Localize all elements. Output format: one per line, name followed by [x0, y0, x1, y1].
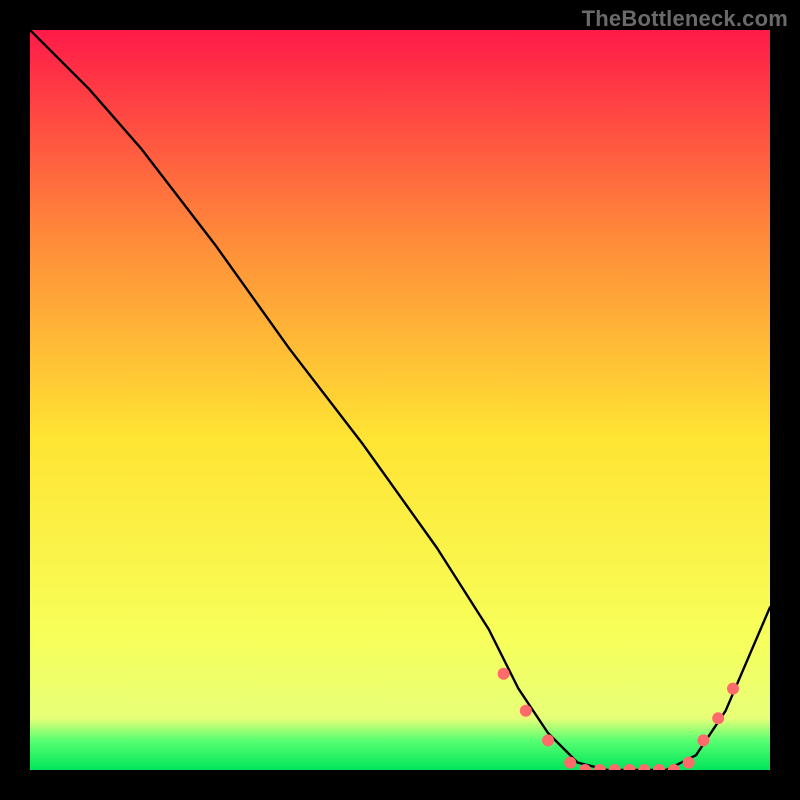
highlight-point: [683, 757, 695, 769]
highlight-point: [542, 734, 554, 746]
highlight-point: [697, 734, 709, 746]
chart-container: TheBottleneck.com: [0, 0, 800, 800]
highlight-point: [712, 712, 724, 724]
gradient-background: [30, 30, 770, 770]
highlight-point: [498, 668, 510, 680]
highlight-point: [727, 683, 739, 695]
plot-area: [30, 30, 770, 770]
highlight-point: [564, 757, 576, 769]
watermark: TheBottleneck.com: [582, 6, 788, 32]
chart-svg: [30, 30, 770, 770]
highlight-point: [520, 705, 532, 717]
